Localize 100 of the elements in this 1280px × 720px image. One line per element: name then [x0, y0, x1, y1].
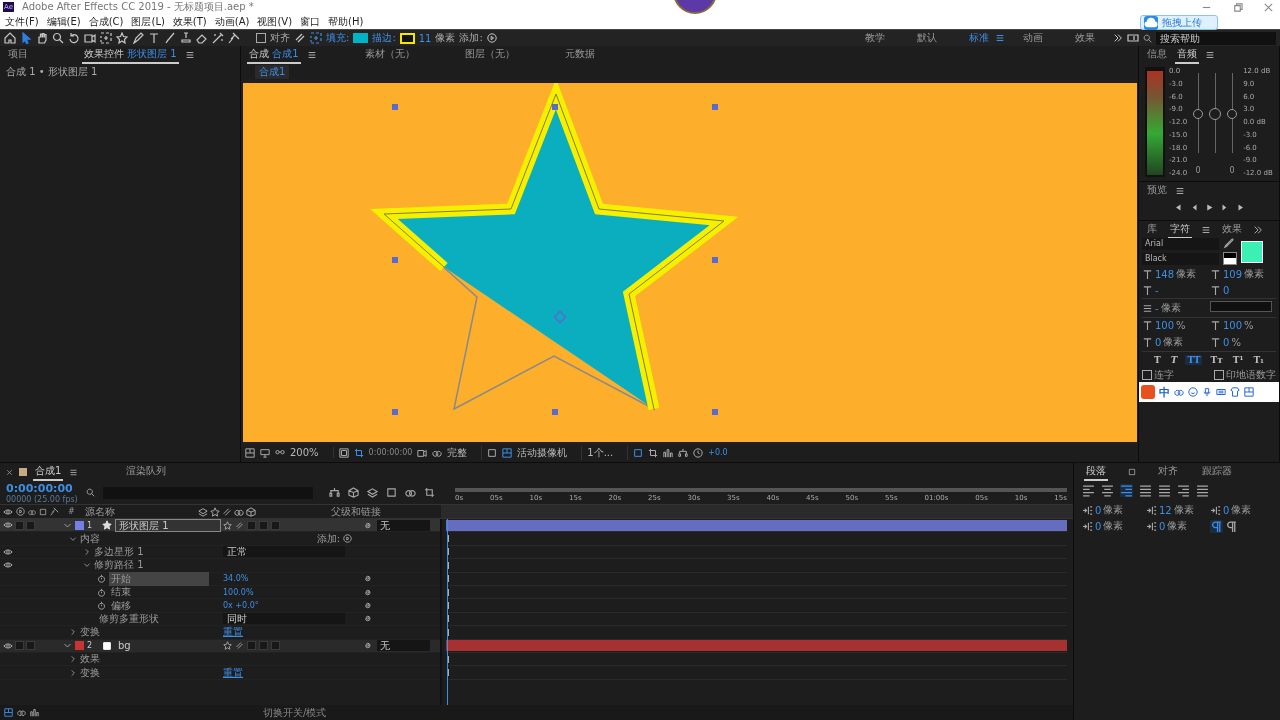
property-group[interactable]: 变换	[80, 665, 100, 680]
align-checkbox[interactable]	[256, 33, 266, 43]
panel-tab[interactable]: 跟踪器	[1200, 463, 1234, 481]
text-direction-icon[interactable]	[1210, 519, 1223, 533]
stopwatch-icon[interactable]	[97, 601, 106, 611]
menu-item[interactable]: 合成(C)	[88, 14, 124, 29]
text-style-button[interactable]: TT	[1185, 355, 1203, 365]
collapsed-chevron-icon[interactable]	[83, 548, 91, 556]
panel-tab[interactable]: 合成1	[33, 463, 64, 481]
menu-item[interactable]: 帮助(H)	[328, 14, 364, 29]
property-group[interactable]: 内容	[80, 531, 100, 546]
checkbox[interactable]	[1142, 370, 1152, 380]
switches-icon[interactable]	[235, 520, 244, 530]
alignment-icon[interactable]	[1101, 484, 1114, 497]
workspace-tab[interactable]: 教学	[851, 31, 899, 45]
safe-zone-icon[interactable]	[338, 447, 349, 458]
slider-handle[interactable]	[1227, 109, 1238, 119]
property-group[interactable]: 效果	[80, 652, 100, 667]
eye-icon[interactable]	[3, 520, 13, 531]
switch-box[interactable]	[247, 520, 256, 530]
panel-tab[interactable]: 合成 合成1	[247, 46, 301, 64]
property-name[interactable]: 结束	[109, 585, 133, 600]
panel-tab[interactable]: 效果控件 形状图层 1	[82, 46, 179, 64]
parent-dropdown[interactable]: 无	[377, 640, 430, 652]
parent-dropdown[interactable]: 无	[377, 519, 430, 531]
eyedropper-icon[interactable]	[1223, 238, 1234, 249]
property-name[interactable]: 修剪多重形状	[97, 611, 161, 626]
switch-box[interactable]	[259, 641, 268, 651]
alignment-icon[interactable]	[1177, 484, 1190, 497]
layers-icon[interactable]	[367, 487, 378, 498]
star-icon[interactable]	[116, 32, 128, 44]
layer-duration-bar[interactable]	[446, 640, 1067, 652]
menu-item[interactable]: 编辑(E)	[46, 14, 81, 29]
metric-value[interactable]: -	[1155, 302, 1159, 314]
layer-row[interactable]: 1 形状图层 1 无	[0, 519, 440, 533]
home-icon[interactable]	[4, 32, 16, 44]
shirt-icon[interactable]	[1230, 387, 1240, 397]
bars-icon[interactable]	[663, 447, 674, 458]
close-icon[interactable]	[6, 468, 13, 476]
switch-box[interactable]	[271, 641, 280, 651]
metric-value[interactable]: 148	[1155, 268, 1175, 280]
switch-box[interactable]	[15, 520, 24, 530]
t-shape-icon[interactable]	[148, 32, 160, 44]
flowchart-icon[interactable]	[329, 487, 340, 498]
column-header[interactable]: 父级和链接	[331, 504, 381, 519]
play-icon[interactable]	[1204, 203, 1214, 212]
layer-name[interactable]: 形状图层 1	[115, 519, 221, 532]
indent-value[interactable]: 0	[1223, 504, 1230, 516]
workspace-tab[interactable]: 默认	[903, 31, 951, 45]
stroke-width-value[interactable]: 11	[418, 32, 432, 44]
stamp-icon[interactable]	[180, 32, 192, 44]
camera-icon[interactable]	[417, 447, 428, 458]
fill-swatch[interactable]	[353, 33, 369, 43]
eraser-icon[interactable]	[196, 32, 208, 44]
panel-tab[interactable]: 渲染队列	[124, 463, 169, 481]
keyboard-icon[interactable]	[1216, 387, 1226, 397]
pick-whip-icon[interactable]	[364, 641, 373, 651]
eye-icon[interactable]	[3, 640, 13, 651]
motion-blur-icon[interactable]	[405, 487, 416, 498]
fill-label[interactable]: 填充:	[326, 31, 350, 45]
layer-name[interactable]: bg	[115, 640, 134, 652]
switch-box[interactable]	[15, 641, 24, 651]
panel-tab[interactable]: 素材（无）	[362, 46, 417, 64]
close-icon[interactable]	[1263, 1, 1274, 13]
stroke-swatch[interactable]	[399, 32, 415, 44]
property-value[interactable]: 34.0%	[223, 574, 249, 584]
panel-tab[interactable]: 项目	[6, 46, 30, 64]
switch-box[interactable]	[26, 520, 35, 530]
property-group[interactable]: 修剪路径 1	[94, 558, 144, 573]
collapsed-chevron-icon[interactable]	[69, 668, 77, 677]
alignment-icon[interactable]	[1139, 484, 1152, 497]
hand-icon[interactable]	[36, 32, 48, 44]
pin-icon[interactable]	[228, 32, 240, 44]
expanded-chevron-icon[interactable]	[83, 561, 91, 570]
exposure-value[interactable]: +0.0	[708, 448, 728, 457]
monitor-icon[interactable]	[260, 447, 270, 458]
grid-icon[interactable]	[245, 447, 255, 458]
menu-item[interactable]: 视图(V)	[257, 14, 293, 29]
text-style-button[interactable]: T¹	[1230, 355, 1246, 365]
pick-whip-icon[interactable]	[364, 520, 373, 530]
metric-value[interactable]: 100	[1155, 320, 1175, 331]
panel-tab[interactable]: 段落	[1084, 463, 1108, 481]
indent-value[interactable]: 12	[1159, 504, 1172, 516]
metric-value[interactable]: 0	[1223, 336, 1230, 348]
smiley-icon[interactable]	[1188, 387, 1198, 397]
zoom-dropdown[interactable]: 200%	[290, 447, 334, 458]
text-style-button[interactable]: Tт	[1208, 355, 1225, 365]
transparency-grid-icon[interactable]	[502, 447, 513, 458]
metric-value[interactable]: -	[1155, 285, 1159, 296]
eye-icon[interactable]	[3, 560, 13, 571]
eye-icon[interactable]	[3, 506, 13, 517]
alignment-icon[interactable]	[1120, 484, 1133, 497]
timecode[interactable]: 0:00:00:00	[368, 448, 413, 457]
pen-icon[interactable]	[132, 32, 144, 44]
restore-icon[interactable]	[1232, 1, 1243, 13]
reset-link[interactable]: 重置	[223, 665, 243, 680]
metric-value[interactable]: 0	[1223, 285, 1230, 296]
switch-box[interactable]	[26, 641, 35, 651]
expanded-chevron-icon[interactable]	[69, 534, 77, 543]
text-direction-icon[interactable]	[1225, 519, 1238, 533]
